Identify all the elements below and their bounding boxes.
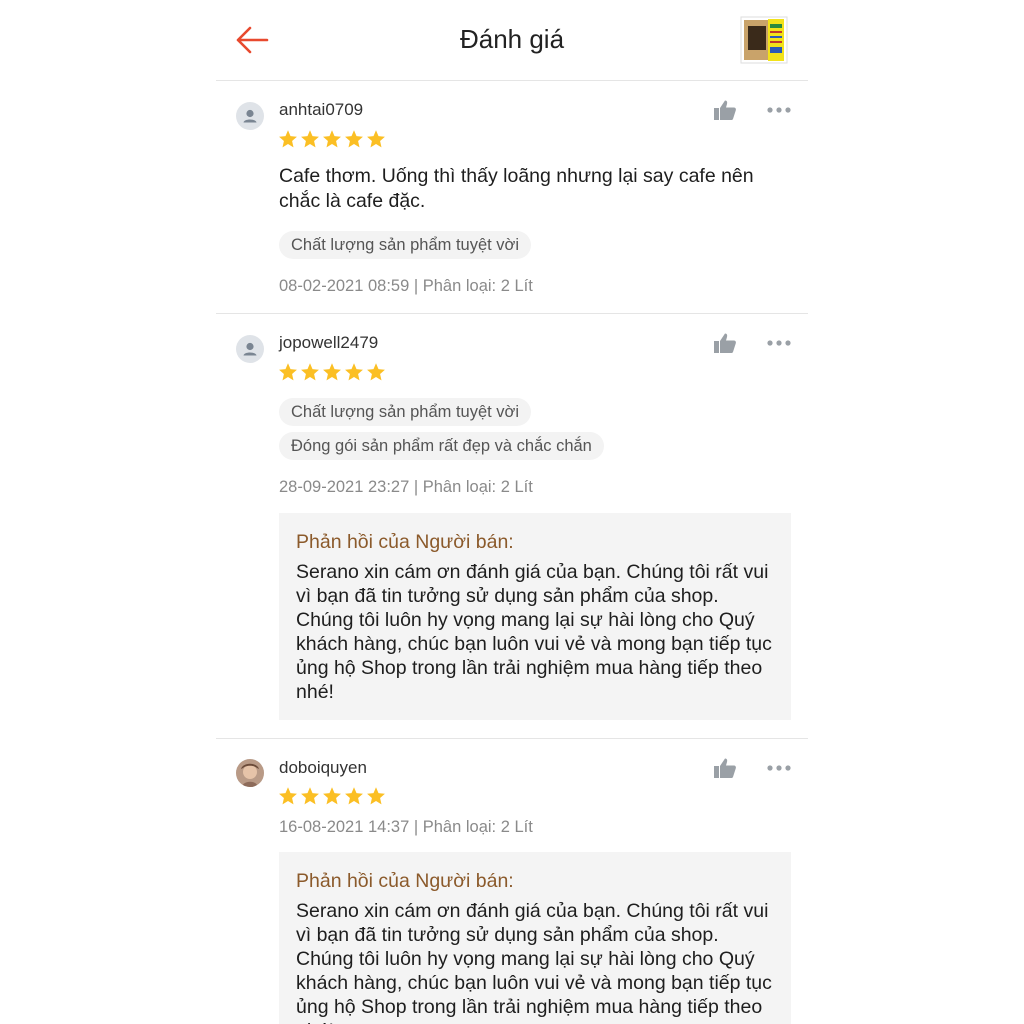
seller-reply: Phản hồi của Người bán: Serano xin cám ơ… [279,513,791,720]
thumbs-up-icon[interactable] [713,332,737,354]
review-item: jopowell2479 Chất lượng sản phẩm tuyệt v… [216,314,808,739]
avatar [236,335,264,363]
review-meta: 28-09-2021 23:27 | Phân loại: 2 Lít [279,478,533,496]
star-icon [301,787,319,805]
star-icon [301,130,319,148]
star-icon [279,130,297,148]
star-icon [323,787,341,805]
star-icon [323,363,341,381]
review-meta: 16-08-2021 14:37 | Phân loại: 2 Lít [279,818,533,836]
product-thumbnail[interactable] [740,16,788,64]
review-username: doboiquyen [279,758,367,777]
thumbs-up-icon[interactable] [713,99,737,121]
more-options-icon[interactable] [766,764,792,772]
star-icon [279,363,297,381]
seller-reply-text: Serano xin cám ơn đánh giá của bạn. Chún… [296,561,772,703]
review-item: anhtai0709 Cafe thơm. Uống thì thấy loãn… [216,81,808,314]
product-box-image [740,16,788,64]
user-placeholder-icon [243,342,257,356]
more-options-icon[interactable] [766,106,792,114]
review-tag: Chất lượng sản phẩm tuyệt vời [279,231,532,259]
seller-reply: Phản hồi của Người bán: Serano xin cám ơ… [279,852,791,1024]
star-rating [278,786,386,808]
star-icon [367,363,385,381]
review-comment: Cafe thơm. Uống thì thấy loãng nhưng lại… [279,165,754,212]
thumbs-up-icon[interactable] [713,757,737,779]
star-icon [323,130,341,148]
star-icon [367,787,385,805]
top-bar: Đánh giá [216,0,808,81]
review-username: anhtai0709 [279,100,364,119]
avatar [236,102,264,130]
review-tag: Chất lượng sản phẩm tuyệt vời [279,398,532,426]
star-icon [345,363,363,381]
star-icon [301,363,319,381]
star-rating [278,129,386,151]
seller-reply-title: Phản hồi của Người bán: [296,531,514,553]
avatar [236,759,264,787]
review-meta: 08-02-2021 08:59 | Phân loại: 2 Lít [279,277,533,295]
seller-reply-text: Serano xin cám ơn đánh giá của bạn. Chún… [296,900,772,1024]
star-icon [345,787,363,805]
star-rating [278,362,386,384]
review-username: jopowell2479 [279,333,379,352]
more-options-icon[interactable] [766,339,792,347]
user-photo-avatar [236,759,264,787]
star-icon [345,130,363,148]
star-icon [279,787,297,805]
star-icon [367,130,385,148]
user-placeholder-icon [243,109,257,123]
seller-reply-title: Phản hồi của Người bán: [296,870,514,892]
page-title: Đánh giá [459,24,565,54]
reviews-screen: Đánh giá anhtai0709 Cafe thơm. Uống thì … [216,0,808,1024]
review-tag: Đóng gói sản phẩm rất đẹp và chắc chắn [279,432,604,460]
review-item: doboiquyen 16-08-2021 14:37 | Phân loại:… [216,739,808,1024]
